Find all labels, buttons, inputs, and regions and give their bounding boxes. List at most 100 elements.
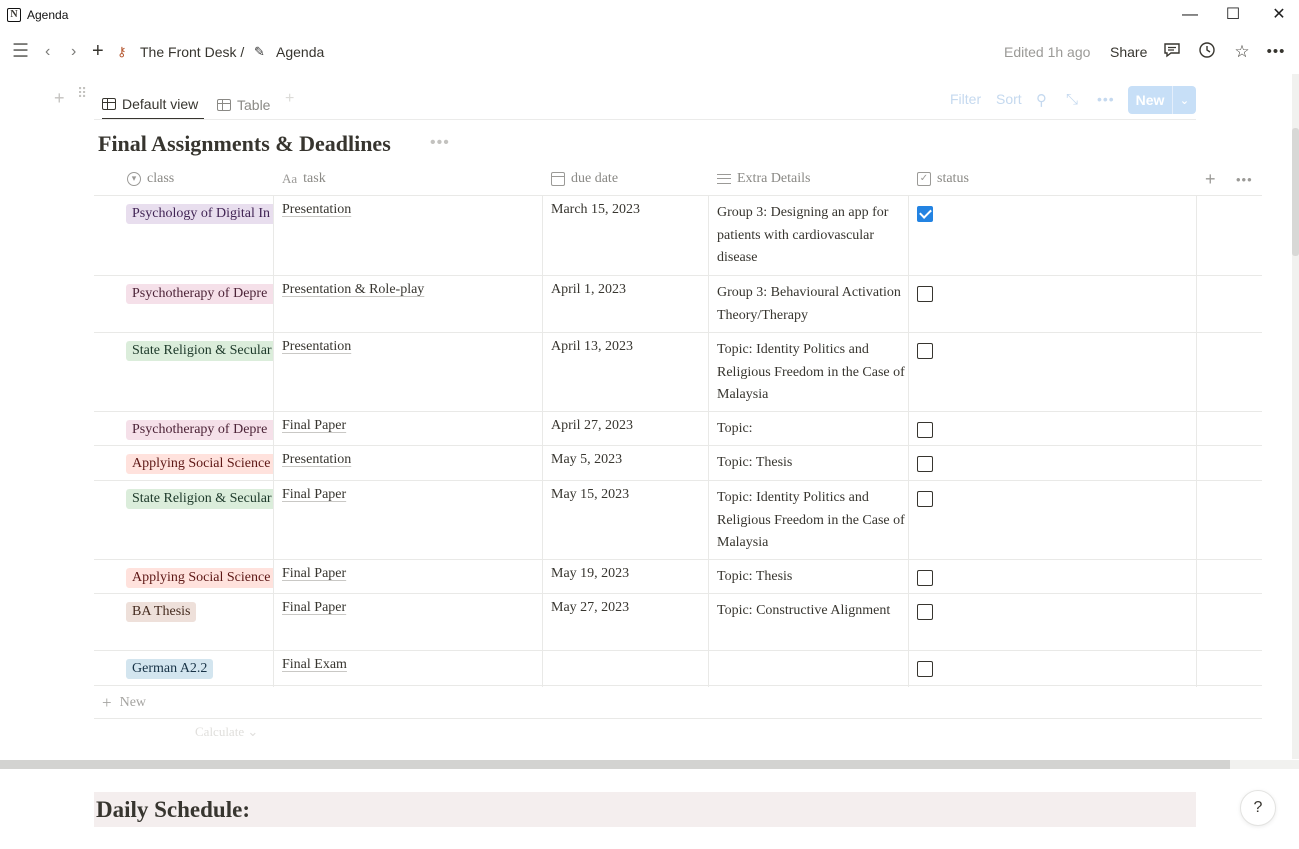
column-header-class[interactable]: ▾ class [127, 162, 174, 196]
back-arrow-icon[interactable]: ‹ [45, 36, 50, 68]
extra-details-cell[interactable]: Topic: Thesis [717, 566, 905, 589]
class-tag[interactable]: BA Thesis [126, 602, 197, 622]
extra-details-cell[interactable]: Topic: Identity Politics and Religious F… [717, 339, 905, 407]
task-cell[interactable]: Final Exam [282, 657, 347, 673]
column-task-label: task [303, 171, 326, 186]
database-title[interactable]: Final Assignments & Deadlines [98, 131, 391, 157]
due-date-cell[interactable]: March 15, 2023 [551, 202, 640, 218]
table-row[interactable]: German A2.2 Final Exam [94, 651, 1262, 686]
edited-timestamp[interactable]: Edited 1h ago [1004, 44, 1090, 60]
add-property-icon[interactable]: + [1205, 162, 1216, 196]
sort-button[interactable]: Sort [996, 91, 1022, 107]
class-tag[interactable]: Applying Social Science [126, 454, 273, 474]
history-icon[interactable] [1196, 41, 1218, 63]
task-cell[interactable]: Final Paper [282, 566, 346, 582]
help-button[interactable]: ? [1240, 790, 1276, 826]
tab-default-view[interactable]: Default view [102, 90, 205, 120]
extra-details-cell[interactable]: Topic: Identity Politics and Religious F… [717, 487, 905, 555]
tab-table[interactable]: Table [217, 90, 270, 120]
table-row[interactable]: State Religion & Secular Final Paper May 1… [94, 481, 1262, 560]
task-cell[interactable]: Presentation [282, 452, 351, 468]
class-tag[interactable]: Psychology of Digital In [126, 204, 273, 224]
table-row[interactable]: Applying Social Science Final Paper May 19… [94, 560, 1262, 594]
calculate-label: Calculate [195, 724, 245, 739]
breadcrumb-the-front-desk[interactable]: The Front Desk / [140, 44, 244, 60]
share-button[interactable]: Share [1110, 44, 1147, 60]
extra-details-cell[interactable]: Topic: Constructive Alignment [717, 600, 905, 623]
due-date-cell[interactable]: May 5, 2023 [551, 452, 622, 468]
table-row[interactable]: Psychotherapy of Depre Presentation & Rol… [94, 276, 1262, 333]
new-page-icon[interactable]: + [92, 35, 104, 67]
search-icon[interactable]: ⚲ [1036, 91, 1047, 109]
class-tag-clip: State Religion & Secular [126, 341, 273, 361]
class-tag[interactable]: Applying Social Science [126, 568, 273, 588]
status-checkbox[interactable] [917, 570, 933, 586]
table-header: ▾ class Aa task due date Extra Details ✓… [94, 162, 1262, 196]
view-more-icon[interactable]: ••• [1097, 91, 1115, 107]
more-options-icon[interactable]: ••• [1265, 41, 1287, 63]
status-checkbox[interactable] [917, 456, 933, 472]
extra-details-cell[interactable]: Topic: Thesis [717, 452, 905, 475]
status-checkbox[interactable] [917, 491, 933, 507]
due-date-cell[interactable]: May 19, 2023 [551, 566, 629, 582]
column-header-extra-details[interactable]: Extra Details [717, 162, 810, 196]
title-property-icon: Aa [282, 171, 298, 186]
breadcrumb-agenda[interactable]: Agenda [276, 44, 324, 60]
drag-handle-icon[interactable]: ⠿ [77, 86, 87, 100]
status-checkbox-checked[interactable] [917, 206, 933, 222]
maximize-button[interactable]: ☐ [1223, 5, 1243, 25]
task-cell[interactable]: Presentation & Role-play [282, 282, 424, 298]
task-cell[interactable]: Final Paper [282, 600, 346, 616]
new-record-button[interactable]: New ⌄ [1128, 86, 1196, 114]
due-date-cell[interactable]: April 1, 2023 [551, 282, 626, 298]
add-view-icon[interactable]: + [285, 90, 294, 108]
table-row[interactable]: Applying Social Science Presentation May 5… [94, 446, 1262, 481]
task-cell[interactable]: Presentation [282, 202, 351, 218]
class-tag[interactable]: Psychotherapy of Depre [126, 284, 273, 304]
minimize-button[interactable]: — [1180, 5, 1200, 25]
task-cell[interactable]: Final Paper [282, 418, 346, 434]
status-checkbox[interactable] [917, 343, 933, 359]
column-header-status[interactable]: ✓ status [917, 162, 969, 196]
task-cell[interactable]: Final Paper [282, 487, 346, 503]
table-icon [217, 99, 231, 111]
status-checkbox[interactable] [917, 422, 933, 438]
add-new-row-button[interactable]: + New [94, 687, 1262, 719]
close-button[interactable]: ✕ [1269, 5, 1289, 25]
comment-icon[interactable] [1161, 41, 1183, 63]
task-cell[interactable]: Presentation [282, 339, 351, 355]
add-block-icon[interactable]: + [54, 88, 65, 109]
vertical-scrollbar-thumb[interactable] [1292, 128, 1299, 256]
properties-more-icon[interactable]: ••• [1236, 162, 1253, 196]
column-header-due-date[interactable]: due date [551, 162, 618, 196]
forward-arrow-icon[interactable]: › [71, 36, 76, 68]
title-more-icon[interactable]: ••• [430, 134, 450, 152]
daily-schedule-heading[interactable]: Daily Schedule: [94, 792, 1196, 827]
due-date-cell[interactable]: May 27, 2023 [551, 600, 629, 616]
status-checkbox[interactable] [917, 661, 933, 677]
due-date-cell[interactable]: April 13, 2023 [551, 339, 633, 355]
due-date-cell[interactable]: May 15, 2023 [551, 487, 629, 503]
horizontal-scrollbar-thumb[interactable] [0, 760, 1230, 769]
status-checkbox[interactable] [917, 604, 933, 620]
class-tag[interactable]: Psychotherapy of Depre [126, 420, 273, 440]
extra-details-cell[interactable]: Topic: [717, 418, 905, 441]
table-row[interactable]: BA Thesis Final Paper May 27, 2023 Topic: C… [94, 594, 1262, 651]
extra-details-cell[interactable]: Group 3: Behavioural Activation Theory/T… [717, 282, 905, 327]
favorite-star-icon[interactable]: ☆ [1231, 41, 1253, 63]
expand-icon[interactable]: ⤡ [1066, 91, 1078, 108]
chevron-down-icon[interactable]: ⌄ [1173, 94, 1196, 107]
sidebar-toggle-icon[interactable]: ☰ [12, 36, 29, 68]
class-tag[interactable]: German A2.2 [126, 659, 214, 679]
table-row[interactable]: Psychology of Digital In Presentation Marc… [94, 196, 1262, 276]
due-date-cell[interactable]: April 27, 2023 [551, 418, 633, 434]
table-row[interactable]: Psychotherapy of Depre Final Paper April 2… [94, 412, 1262, 446]
table-row[interactable]: State Religion & Secular Presentation Apri… [94, 333, 1262, 412]
column-header-task[interactable]: Aa task [282, 162, 326, 196]
class-tag[interactable]: State Religion & Secular [126, 489, 273, 509]
filter-button[interactable]: Filter [950, 91, 981, 107]
class-tag[interactable]: State Religion & Secular [126, 341, 273, 361]
status-checkbox[interactable] [917, 286, 933, 302]
extra-details-cell[interactable]: Group 3: Designing an app for patients w… [717, 202, 905, 270]
calculate-button[interactable]: Calculate ⌄ [195, 724, 258, 740]
